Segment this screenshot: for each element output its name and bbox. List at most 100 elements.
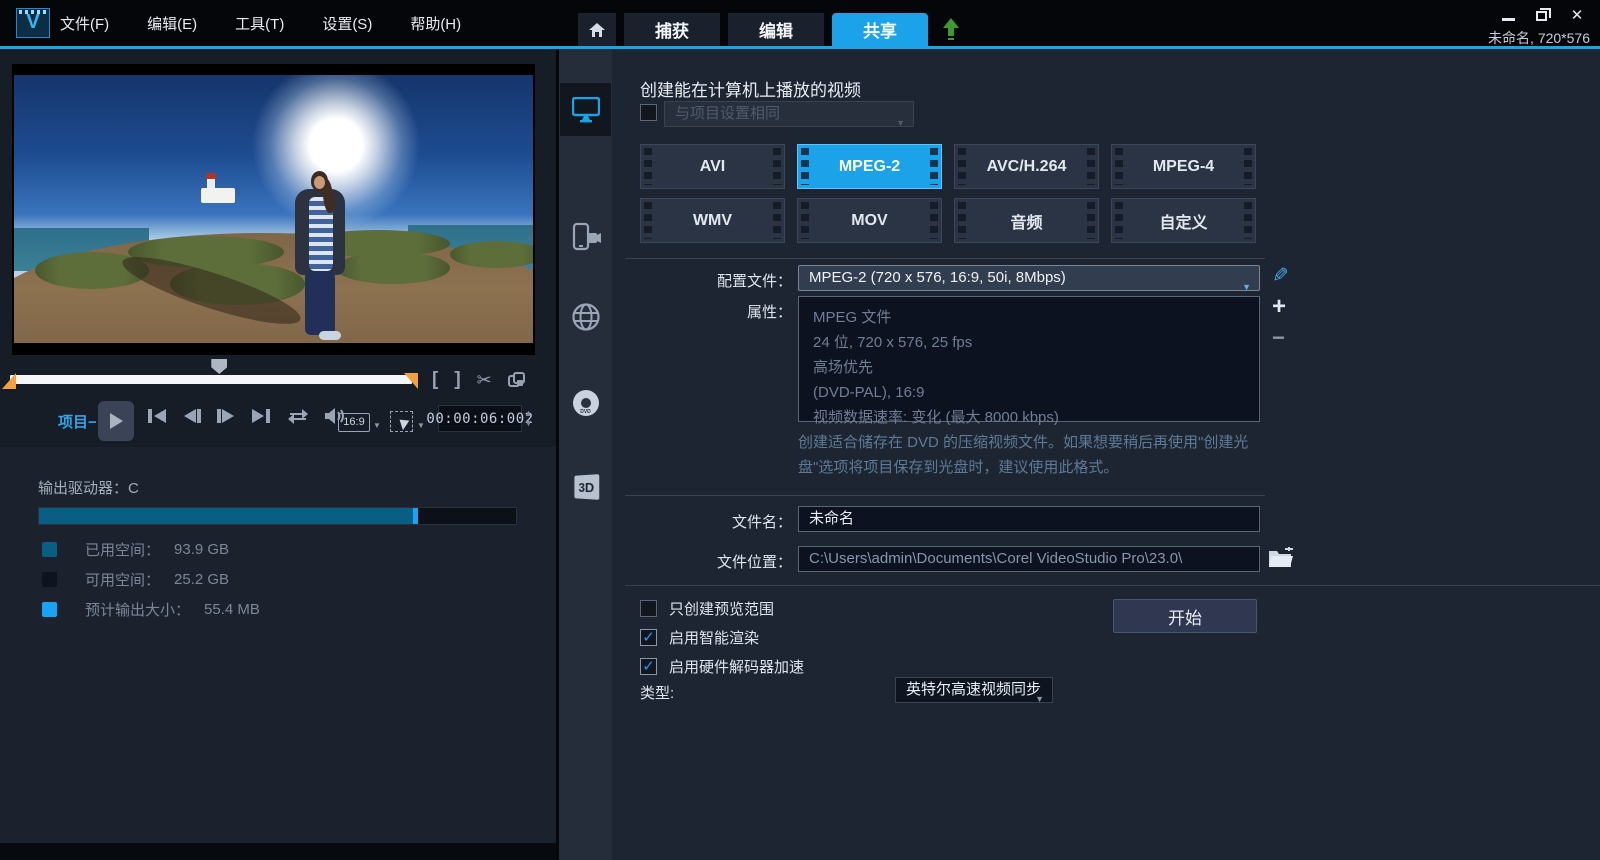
go-to-end-button[interactable] — [250, 407, 272, 425]
minimize-icon — [1502, 18, 1515, 21]
destination-disc[interactable]: DVD — [559, 381, 612, 425]
used-space-swatch — [42, 542, 57, 557]
format-description: 创建适合储存在 DVD 的压缩视频文件。如果想要稍后再使用"创建光盘"选项将项目… — [798, 430, 1266, 480]
option-smart-render: ✓ 启用智能渲染 — [640, 627, 759, 648]
person — [289, 171, 353, 343]
filepath-input[interactable]: C:\Users\admin\Documents\Corel VideoStud… — [798, 546, 1260, 572]
type-label: 类型: — [640, 682, 674, 703]
check-icon: ✓ — [642, 629, 655, 646]
menu-file[interactable]: 文件(F) — [60, 13, 109, 34]
hw-decode-checkbox[interactable]: ✓ — [640, 658, 657, 675]
enlarge-preview-button[interactable] — [390, 411, 413, 432]
destination-3d[interactable]: 3D — [559, 465, 612, 509]
minimize-button[interactable] — [1500, 8, 1518, 24]
format-avc-h264[interactable]: AVC/H.264 — [954, 144, 1099, 189]
spinner-up-icon[interactable]: ▲ — [524, 409, 533, 418]
lighthouse — [201, 188, 235, 203]
enlarge-dropdown-arrow[interactable]: ▼ — [417, 421, 425, 430]
output-drive-title: 输出驱动器：C — [38, 477, 139, 498]
format-mpeg2[interactable]: MPEG-2 — [797, 144, 942, 189]
folder-plus-icon — [1268, 547, 1294, 569]
destination-web[interactable] — [559, 295, 612, 339]
same-as-project-checkbox[interactable] — [640, 104, 657, 121]
menu-bar: 文件(F) 编辑(E) 工具(T) 设置(S) 帮助(H) — [60, 0, 461, 46]
free-space-swatch — [42, 572, 57, 587]
edit-profile-button[interactable]: ✎ — [1272, 263, 1289, 288]
title-bar: V 文件(F) 编辑(E) 工具(T) 设置(S) 帮助(H) 捕获 编辑 共享 — [0, 0, 1600, 46]
menu-edit[interactable]: 编辑(E) — [147, 13, 197, 34]
start-button[interactable]: 开始 — [1113, 599, 1257, 633]
3d-icon: 3D — [574, 474, 599, 500]
aspect-dropdown-arrow[interactable]: ▼ — [373, 421, 381, 430]
filename-label: 文件名： — [620, 511, 792, 532]
format-audio[interactable]: 音频 — [954, 198, 1099, 243]
tab-share[interactable]: 共享 — [832, 13, 928, 46]
video-preview — [12, 64, 535, 355]
format-wmv[interactable]: WMV — [640, 198, 785, 243]
menu-settings[interactable]: 设置(S) — [322, 13, 372, 34]
close-button[interactable]: ✕ — [1568, 8, 1586, 24]
mark-out-button[interactable]: ] — [454, 369, 460, 391]
format-avi[interactable]: AVI — [640, 144, 785, 189]
destination-device[interactable] — [559, 215, 612, 259]
save-trimmed-button[interactable] — [508, 372, 526, 388]
estimated-size-swatch — [42, 602, 57, 617]
device-camera-icon — [570, 222, 602, 252]
profile-label: 配置文件： — [620, 270, 792, 291]
aspect-ratio-badge[interactable]: 16:9 — [338, 413, 370, 432]
home-tab[interactable] — [578, 13, 616, 46]
dvd-disc-icon: DVD — [573, 390, 599, 416]
share-destination-strip: DVD 3D — [559, 49, 612, 860]
disk-used-fill — [39, 508, 413, 524]
destination-computer[interactable] — [559, 83, 612, 136]
tab-edit[interactable]: 编辑 — [728, 13, 824, 46]
add-profile-button[interactable]: + — [1272, 293, 1286, 321]
option-preview-range: 只创建预览范围 — [640, 598, 774, 619]
video-frame-panorama — [14, 75, 533, 343]
preview-panel: [ ] ✂ 项目− — [0, 49, 556, 860]
format-mpeg4[interactable]: MPEG-4 — [1111, 144, 1256, 189]
filename-input[interactable]: 未命名 — [798, 506, 1260, 532]
dropdown-arrow-icon: ▼ — [896, 111, 905, 135]
repeat-button[interactable] — [286, 407, 310, 425]
remove-profile-button[interactable]: − — [1272, 325, 1285, 351]
filepath-label: 文件位置： — [620, 551, 792, 572]
mark-in-button[interactable]: [ — [432, 369, 438, 391]
workspace-tabs: 捕获 编辑 共享 — [578, 13, 966, 46]
same-as-project-dropdown[interactable]: 与项目设置相同 ▼ — [664, 101, 914, 127]
trim-end-handle[interactable] — [404, 373, 418, 389]
next-frame-button[interactable] — [216, 407, 236, 425]
play-button[interactable] — [98, 401, 134, 441]
menu-help[interactable]: 帮助(H) — [410, 13, 461, 34]
go-to-start-button[interactable] — [146, 407, 168, 425]
format-custom[interactable]: 自定义 — [1111, 198, 1256, 243]
browse-folder-button[interactable] — [1268, 547, 1294, 569]
home-icon — [588, 22, 606, 38]
window-controls: ✕ — [1500, 8, 1586, 24]
playhead-handle[interactable] — [211, 359, 227, 374]
menu-tools[interactable]: 工具(T) — [235, 13, 284, 34]
spinner-down-icon[interactable]: ▼ — [524, 419, 533, 428]
legend-used-space: 已用空间：93.9 GB — [42, 539, 229, 560]
type-dropdown[interactable]: 英特尔高速视频同步 ▼ — [895, 677, 1053, 703]
smart-render-checkbox[interactable]: ✓ — [640, 629, 657, 646]
preview-range-checkbox[interactable] — [640, 600, 657, 617]
restore-button[interactable] — [1534, 8, 1552, 24]
seek-bar[interactable] — [10, 375, 412, 384]
format-mov[interactable]: MOV — [797, 198, 942, 243]
split-clip-button[interactable]: ✂ — [477, 370, 492, 391]
timecode-display[interactable]: 00:00:06:002 — [438, 405, 522, 432]
properties-box: MPEG 文件 24 位, 720 x 576, 25 fps 高场优先 (DV… — [798, 296, 1260, 422]
profile-dropdown[interactable]: MPEG-2 (720 x 576, 16:9, 50i, 8Mbps) ▼ — [798, 265, 1260, 291]
tab-capture[interactable]: 捕获 — [624, 13, 720, 46]
previous-frame-button[interactable] — [182, 407, 202, 425]
trim-start-handle[interactable] — [2, 373, 16, 389]
upload-button[interactable] — [936, 13, 966, 46]
restore-icon — [1536, 11, 1547, 21]
check-icon: ✓ — [642, 658, 655, 675]
project-mode-label[interactable]: 项目− — [58, 411, 97, 432]
globe-icon — [571, 302, 601, 332]
timecode-spinner[interactable]: ▲ ▼ — [524, 405, 533, 432]
videostudio-window: V 文件(F) 编辑(E) 工具(T) 设置(S) 帮助(H) 捕获 编辑 共享 — [0, 0, 1600, 860]
trim-bar: [ ] ✂ — [0, 355, 556, 401]
